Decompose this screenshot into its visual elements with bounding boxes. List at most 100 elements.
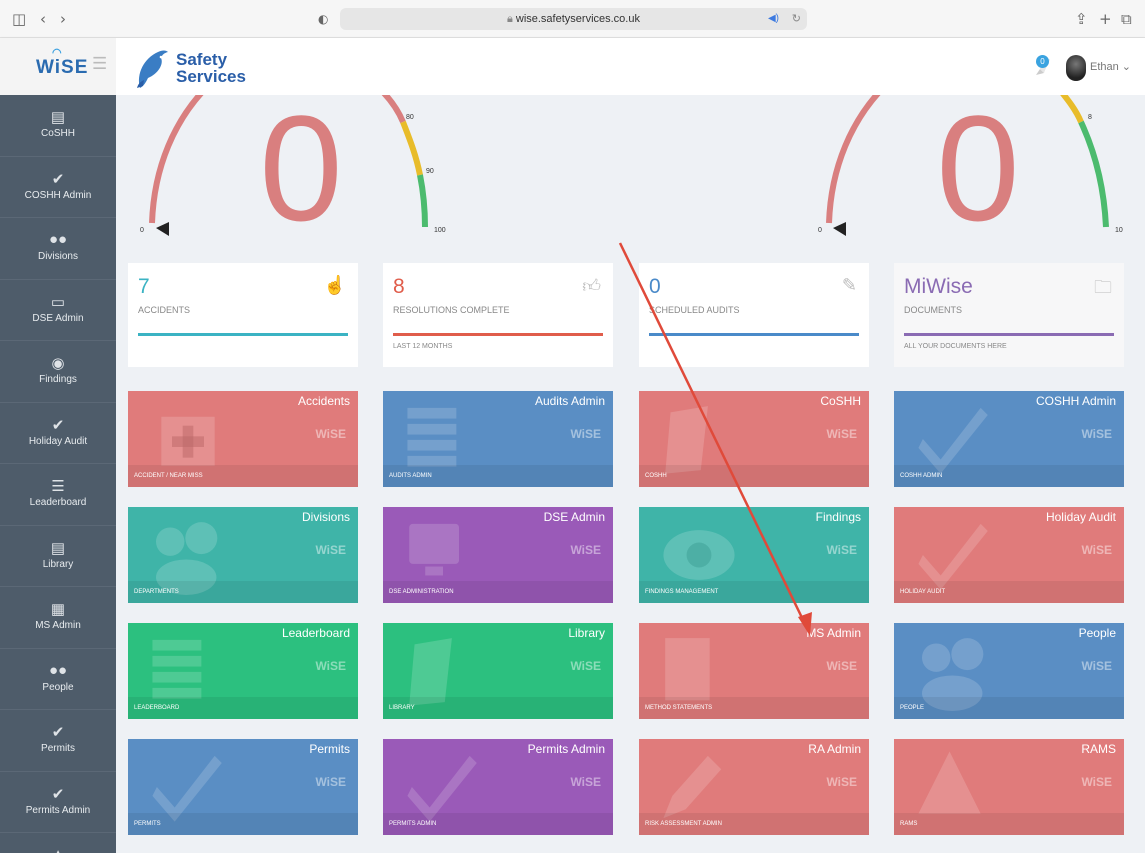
stat-card[interactable]: 7 ACCIDENTS ☝ bbox=[128, 263, 358, 367]
gauge-arc-red bbox=[826, 95, 881, 224]
lock-icon: 🔒︎ bbox=[507, 13, 513, 25]
wise-logo-area: ◠ WiSE ☰ bbox=[0, 38, 116, 95]
stat-value: MiWise bbox=[904, 275, 973, 298]
back-icon[interactable]: ‹ bbox=[40, 0, 46, 38]
stat-sublabel: LAST 12 MONTHS bbox=[393, 343, 453, 350]
book-icon: ▤ bbox=[50, 109, 66, 126]
gauge-arc-yellow bbox=[400, 120, 423, 176]
tile-rams[interactable]: RAMS WiSE RAMS bbox=[894, 739, 1124, 835]
tile-audits-admin[interactable]: Audits Admin WiSE AUDITS ADMIN bbox=[383, 391, 613, 487]
tile-title: People bbox=[1078, 626, 1116, 640]
browser-toolbar: ◫ ‹ › ◐ 🔒︎ wise.safetyservices.co.uk ◀) ↻… bbox=[0, 0, 1145, 38]
address-bar[interactable]: 🔒︎ wise.safetyservices.co.uk ◀) ↻ bbox=[340, 8, 807, 30]
tile-library[interactable]: Library WiSE LIBRARY bbox=[383, 623, 613, 719]
tile-title: Permits bbox=[309, 742, 350, 756]
gauge-arc-red bbox=[381, 95, 406, 124]
tile-holiday-audit[interactable]: Holiday Audit WiSE HOLIDAY AUDIT bbox=[894, 507, 1124, 603]
forward-icon[interactable]: › bbox=[60, 0, 66, 38]
privacy-shield-icon[interactable]: ◐ bbox=[318, 0, 328, 38]
stat-bar bbox=[649, 333, 859, 336]
gauge-value: 0 bbox=[936, 95, 1019, 252]
tile-subtitle: HOLIDAY AUDIT bbox=[894, 581, 1124, 603]
speaker-icon[interactable]: ◀) bbox=[768, 8, 779, 30]
sidebar-item-permits-admin[interactable]: ✔ Permits Admin bbox=[0, 772, 116, 833]
check-icon: ✔ bbox=[51, 724, 65, 741]
menu-icon[interactable]: ☰ bbox=[92, 54, 107, 74]
tile-title: Holiday Audit bbox=[1045, 510, 1116, 524]
sidebar-item-coshh[interactable]: ▤ CoSHH bbox=[0, 95, 116, 157]
hand-icon: ☝ bbox=[323, 275, 346, 295]
tile-accidents[interactable]: Accidents WiSE ACCIDENT / NEAR MISS bbox=[128, 391, 358, 487]
tile-people[interactable]: People WiSE PEOPLE bbox=[894, 623, 1124, 719]
tile-subtitle: RAMS bbox=[894, 813, 1124, 835]
stat-card[interactable]: MiWise DOCUMENTS 🗀 ALL YOUR DOCUMENTS HERE bbox=[894, 263, 1124, 367]
tile-title: Audits Admin bbox=[534, 394, 605, 408]
document-icon: ▦ bbox=[50, 601, 66, 618]
sidebar-item-coshh-admin[interactable]: ✔ COSHH Admin bbox=[0, 157, 116, 218]
stat-card[interactable]: 8 RESOLUTIONS COMPLETE 👍︎ LAST 12 MONTHS bbox=[383, 263, 613, 367]
tile-ms-admin[interactable]: MS Admin WiSE METHOD STATEMENTS bbox=[639, 623, 869, 719]
tabs-overview-icon[interactable]: ⧉ bbox=[1121, 0, 1132, 38]
eye-icon: ◉ bbox=[51, 355, 65, 372]
tile-title: Findings bbox=[815, 510, 861, 524]
wise-watermark: WiSE bbox=[315, 659, 346, 673]
tile-title: RA Admin bbox=[808, 742, 861, 756]
notification-badge: 0 bbox=[1036, 55, 1049, 68]
tile-title: Library bbox=[568, 626, 605, 640]
sidebar-toggle-icon[interactable]: ◫ bbox=[12, 0, 26, 38]
gauge-tick-label: 90 bbox=[426, 168, 434, 175]
stat-card[interactable]: 0 SCHEDULED AUDITS ✎ bbox=[639, 263, 869, 367]
tile-subtitle: DSE ADMINISTRATION bbox=[383, 581, 613, 603]
gauge-panel: 0 0 80 90 100 0 0 8 10 bbox=[140, 95, 1123, 252]
tile-subtitle: PEOPLE bbox=[894, 697, 1124, 719]
wise-watermark: WiSE bbox=[826, 427, 857, 441]
sidebar-item-ms-admin[interactable]: ▦ MS Admin bbox=[0, 587, 116, 649]
tile-divisions[interactable]: Divisions WiSE DEPARTMENTS bbox=[128, 507, 358, 603]
sidebar-item-holiday-audit[interactable]: ✔ Holiday Audit bbox=[0, 403, 116, 464]
tile-dse-admin[interactable]: DSE Admin WiSE DSE ADMINISTRATION bbox=[383, 507, 613, 603]
reload-icon[interactable]: ↻ bbox=[792, 8, 801, 30]
tile-permits[interactable]: Permits WiSE PERMITS bbox=[128, 739, 358, 835]
sidebar-item-label: Leaderboard bbox=[29, 497, 87, 508]
dashboard: 0 0 80 90 100 0 0 8 10 7 ACCIDENTS ☝ 8 RESOL… bbox=[116, 95, 1145, 853]
sidebar-item-permits[interactable]: ✔ Permits bbox=[0, 710, 116, 772]
tile-ra-admin[interactable]: RA Admin WiSE RISK ASSESSMENT ADMIN bbox=[639, 739, 869, 835]
brand-logo[interactable]: Safety Services bbox=[134, 44, 254, 92]
sidebar-item-library[interactable]: ▤ Library bbox=[0, 526, 116, 587]
gauge-tick-label: 100 bbox=[434, 227, 446, 234]
tile-coshh[interactable]: CoSHH WiSE COSHH bbox=[639, 391, 869, 487]
sidebar-item-leaderboard[interactable]: ☰ Leaderboard bbox=[0, 464, 116, 526]
user-menu[interactable]: Ethan ⌄ bbox=[1090, 60, 1131, 73]
tile-subtitle: AUDITS ADMIN bbox=[383, 465, 613, 487]
check-icon: ✔ bbox=[51, 785, 65, 803]
new-tab-icon[interactable]: + bbox=[1099, 0, 1112, 38]
sidebar-item-label: Holiday Audit bbox=[28, 435, 88, 447]
gauge-tick-label: 8 bbox=[1088, 114, 1092, 121]
tile-coshh-admin[interactable]: COSHH Admin WiSE COSHH ADMIN bbox=[894, 391, 1124, 487]
folder-icon: 🗀 bbox=[1094, 277, 1112, 297]
dolphin-icon bbox=[137, 50, 168, 88]
tile-title: Permits Admin bbox=[527, 742, 605, 756]
sidebar-item-people[interactable]: ●● People bbox=[0, 649, 116, 710]
gauge-tick-label: 0 bbox=[140, 227, 144, 234]
tile-permits-admin[interactable]: Permits Admin WiSE PERMITS ADMIN bbox=[383, 739, 613, 835]
sidebar-item-findings[interactable]: ◉ Findings bbox=[0, 341, 116, 403]
app-header: ◠ WiSE ☰ Safety Services 0 Ethan ⌄ bbox=[0, 38, 1145, 95]
sidebar-item-more[interactable]: ▲ bbox=[0, 833, 116, 853]
wise-watermark: WiSE bbox=[570, 659, 601, 673]
wise-logo[interactable]: ◠ WiSE bbox=[36, 47, 88, 79]
tile-subtitle: FINDINGS MANAGEMENT bbox=[639, 581, 869, 603]
tile-subtitle: LIBRARY bbox=[383, 697, 613, 719]
tile-findings[interactable]: Findings WiSE FINDINGS MANAGEMENT bbox=[639, 507, 869, 603]
tile-leaderboard[interactable]: Leaderboard WiSE LEADERBOARD bbox=[128, 623, 358, 719]
avatar[interactable] bbox=[1066, 55, 1086, 81]
gauge-tick-label: 80 bbox=[406, 114, 414, 121]
sidebar-item-label: MS Admin bbox=[35, 620, 81, 631]
tile-title: DSE Admin bbox=[543, 510, 605, 524]
sidebar-item-divisions[interactable]: ●● Divisions bbox=[0, 218, 116, 280]
sidebar-item-label: CoSHH bbox=[41, 128, 75, 139]
sidebar-item-dse-admin[interactable]: ▭ DSE Admin bbox=[0, 280, 116, 341]
gauge-arc-green bbox=[1078, 120, 1109, 228]
sidebar-item-label: Findings bbox=[39, 374, 77, 385]
share-icon[interactable]: ⇪ bbox=[1075, 0, 1088, 38]
